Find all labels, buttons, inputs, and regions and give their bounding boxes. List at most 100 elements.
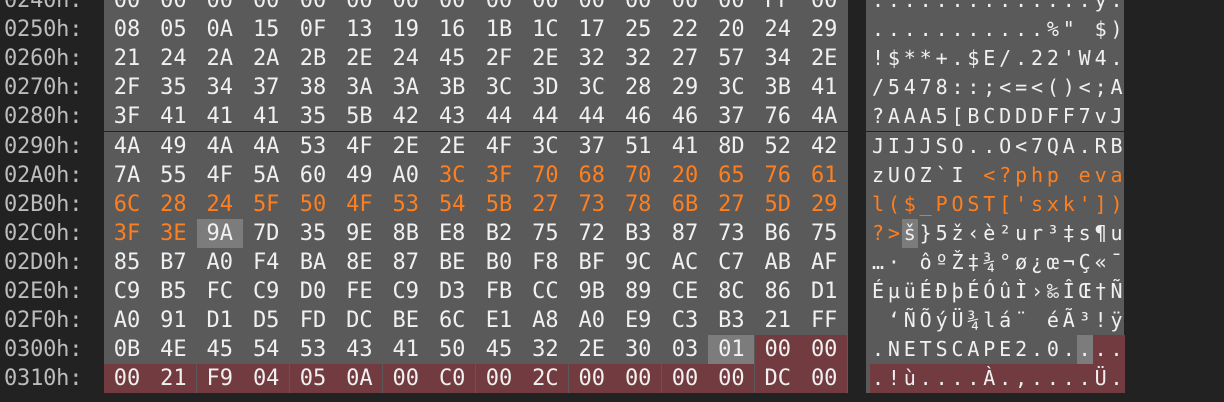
hex-byte[interactable]: 2A <box>197 44 243 73</box>
hex-byte[interactable]: 2B <box>290 44 336 73</box>
hex-byte[interactable]: 21 <box>104 44 150 73</box>
hex-byte[interactable]: 49 <box>150 132 196 161</box>
hex-byte[interactable]: BF <box>569 248 615 277</box>
hex-byte[interactable]: D5 <box>243 306 289 335</box>
hex-byte[interactable]: 24 <box>383 44 429 73</box>
hex-byte[interactable]: 00 <box>429 0 475 15</box>
hex-byte[interactable]: 0A <box>197 15 243 44</box>
hex-byte[interactable]: 44 <box>522 102 568 131</box>
hex-byte[interactable]: B7 <box>150 248 196 277</box>
hex-byte[interactable]: 3C <box>569 73 615 102</box>
hex-byte[interactable]: 5B <box>476 190 522 219</box>
ascii-column[interactable]: .! ù.... À.,.... Ü. <box>866 364 1125 394</box>
hex-byte[interactable]: 4A <box>801 102 847 131</box>
hex-byte[interactable]: 00 <box>615 364 662 394</box>
hex-byte[interactable]: B6 <box>755 219 801 248</box>
hex-byte[interactable]: 00 <box>801 364 848 394</box>
hex-byte[interactable]: 8B <box>383 219 429 248</box>
hex-byte[interactable]: 00 <box>290 0 336 15</box>
hex-byte[interactable]: C9 <box>243 277 289 306</box>
hex-byte[interactable]: 19 <box>383 15 429 44</box>
hex-byte[interactable]: 05 <box>150 15 196 44</box>
hex-byte[interactable]: 24 <box>197 190 243 219</box>
hex-byte[interactable]: 00 <box>104 0 150 15</box>
hex-byte[interactable]: 00 <box>708 0 754 15</box>
hex-byte[interactable]: 3F <box>104 219 150 248</box>
hex-byte[interactable]: 08 <box>104 15 150 44</box>
hex-byte[interactable]: 9C <box>615 248 661 277</box>
hex-byte[interactable]: 01 <box>708 335 755 365</box>
hex-byte[interactable]: 49 <box>336 161 382 190</box>
hex-byte[interactable]: 41 <box>383 335 429 364</box>
hex-byte[interactable]: 35 <box>150 73 196 102</box>
hex-byte[interactable]: FD <box>290 306 336 335</box>
hex-byte[interactable]: 87 <box>662 219 708 248</box>
hex-byte[interactable]: F9 <box>196 364 243 394</box>
hex-byte[interactable]: F8 <box>522 248 568 277</box>
hex-byte[interactable]: 6B <box>662 190 708 219</box>
hex-byte[interactable]: B0 <box>476 248 522 277</box>
hex-byte[interactable]: AF <box>801 248 847 277</box>
hex-byte[interactable]: 4F <box>476 132 522 161</box>
hex-byte[interactable]: D0 <box>290 277 336 306</box>
hex-byte[interactable]: 57 <box>708 44 754 73</box>
hex-byte[interactable]: 3F <box>476 161 522 190</box>
hex-byte[interactable]: 29 <box>801 190 847 219</box>
hex-byte[interactable]: 28 <box>615 73 661 102</box>
hex-byte[interactable]: 50 <box>290 190 336 219</box>
hex-byte[interactable]: 7A <box>104 161 150 190</box>
ascii-column[interactable]: l($ _ P O S T[' s x k ']) <box>866 189 1124 219</box>
hex-byte[interactable]: 28 <box>150 190 196 219</box>
hex-byte[interactable]: 00 <box>243 0 289 15</box>
hex-byte[interactable]: 2E <box>383 132 429 161</box>
hex-byte[interactable]: 61 <box>801 161 847 190</box>
hex-byte[interactable]: 04 <box>243 364 290 394</box>
ascii-column[interactable]: /5 4 7 8::; < = <() <; A <box>866 73 1124 103</box>
hex-byte[interactable]: 00 <box>476 0 522 15</box>
hex-byte[interactable]: F4 <box>243 248 289 277</box>
hex-byte[interactable]: 46 <box>662 102 708 131</box>
hex-byte[interactable]: 0F <box>290 15 336 44</box>
hex-byte[interactable]: 8C <box>708 277 754 306</box>
hex-byte[interactable]: FF <box>755 0 801 15</box>
hex-byte[interactable]: 44 <box>569 102 615 131</box>
hex-byte[interactable]: 37 <box>569 132 615 161</box>
hex-byte[interactable]: B2 <box>476 219 522 248</box>
hex-byte[interactable]: 45 <box>197 335 243 364</box>
hex-byte[interactable]: E8 <box>429 219 475 248</box>
hex-byte[interactable]: 53 <box>383 190 429 219</box>
hex-byte[interactable]: 53 <box>290 132 336 161</box>
hex-byte[interactable]: CC <box>522 277 568 306</box>
hex-byte[interactable]: 05 <box>290 364 336 394</box>
hex-byte[interactable]: CE <box>662 277 708 306</box>
hex-byte[interactable]: 43 <box>429 102 475 131</box>
ascii-column[interactable]: ‘Ñ Õý Ü ¾ l á ¨ é Ã ³! ÿ <box>866 306 1124 336</box>
hex-byte[interactable]: 00 <box>801 335 848 365</box>
hex-byte[interactable]: 27 <box>708 190 754 219</box>
hex-byte[interactable]: 4F <box>336 190 382 219</box>
hex-byte[interactable]: 53 <box>290 335 336 364</box>
hex-byte[interactable]: FB <box>476 277 522 306</box>
hex-byte[interactable]: 0B <box>104 335 150 364</box>
hex-byte[interactable]: 70 <box>522 161 568 190</box>
hex-byte[interactable]: 70 <box>615 161 661 190</box>
hex-byte[interactable]: DC <box>754 364 801 394</box>
hex-byte[interactable]: 4F <box>336 132 382 161</box>
hex-byte[interactable]: A0 <box>197 248 243 277</box>
hex-byte[interactable]: 3B <box>429 73 475 102</box>
hex-byte[interactable]: 4A <box>104 132 150 161</box>
hex-byte[interactable]: 3F <box>104 102 150 131</box>
hex-byte[interactable]: 00 <box>754 335 801 365</box>
hex-byte[interactable]: 20 <box>708 15 754 44</box>
hex-byte[interactable]: BE <box>429 248 475 277</box>
hex-byte[interactable]: 41 <box>662 132 708 161</box>
hex-byte[interactable]: DC <box>336 306 382 335</box>
hex-byte[interactable]: 1B <box>476 15 522 44</box>
hex-byte[interactable]: B5 <box>150 277 196 306</box>
hex-byte[interactable]: B3 <box>615 219 661 248</box>
hex-byte[interactable]: 65 <box>708 161 754 190</box>
ascii-column[interactable]: .NETSCAPE2.0.... <box>866 335 1125 365</box>
hex-byte[interactable]: 2E <box>429 132 475 161</box>
hex-byte[interactable]: BA <box>290 248 336 277</box>
hex-byte[interactable]: 30 <box>615 335 661 364</box>
